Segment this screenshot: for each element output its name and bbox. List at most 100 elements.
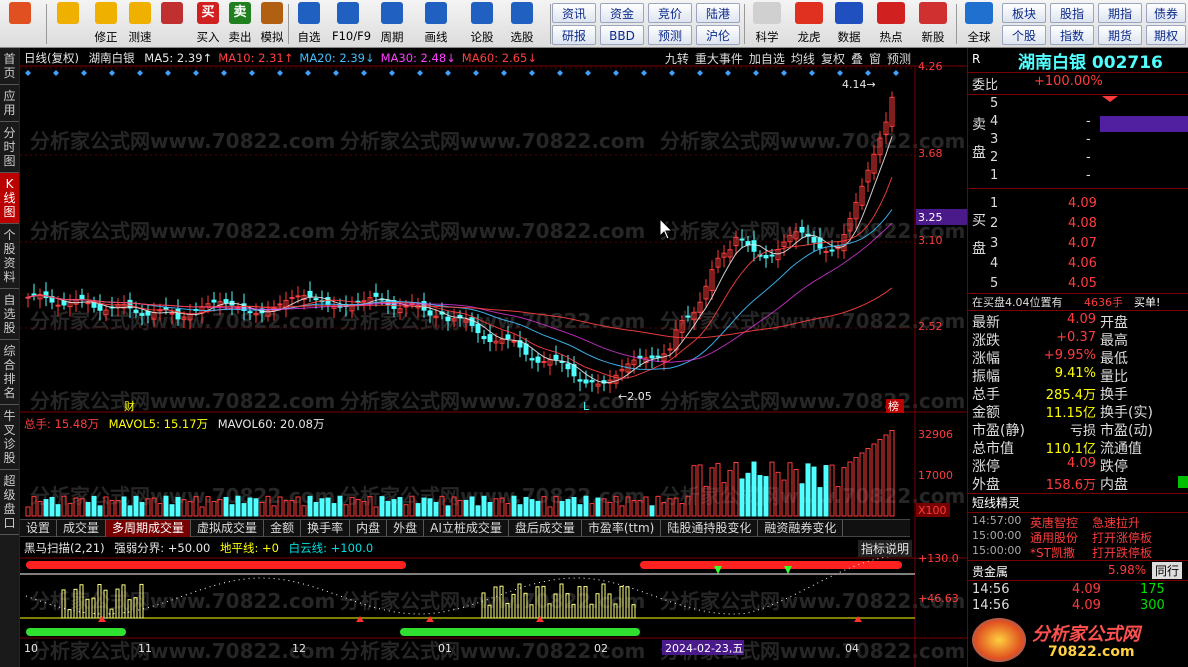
period-label: 日线(复权) [24, 51, 79, 65]
kline-chart-svg[interactable]: 分析家公式网www.70822.com 分析家公式网www.70822.com 分析… [20, 48, 967, 667]
toolbar-far-right-6[interactable]: 期货 [1098, 25, 1142, 45]
quote-value-7: 110.1亿 [1045, 442, 1096, 457]
toolbar-button-2[interactable]: 修正 [90, 2, 122, 46]
toolbar-button-3[interactable]: 测速 [124, 2, 156, 46]
rp-divider-7 [968, 512, 1188, 513]
sell-level-1: 1 [990, 168, 999, 183]
chart-tool-5[interactable]: 叠 [851, 52, 863, 66]
indicator-tab-4[interactable]: 金额 [264, 520, 302, 537]
toolbar-mini-7[interactable]: 沪伦 [696, 25, 740, 45]
pe-icon [835, 2, 863, 24]
toolbar-button-5[interactable]: 买买入 [192, 2, 224, 46]
chart-tool-3[interactable]: 均线 [791, 52, 815, 66]
toolbar-far-right-1[interactable]: 股指 [1050, 3, 1094, 23]
indicator-tick-1: +46.63 [918, 592, 959, 605]
indicator-tab-1[interactable]: 成交量 [57, 520, 107, 537]
toolbar-button-8[interactable]: 自选 [293, 2, 325, 46]
left-tab-2[interactable]: 分时图 [0, 122, 19, 173]
toolbar-far-right-7[interactable]: 期权 [1146, 25, 1186, 45]
toolbar-button-12[interactable]: 论股 [466, 2, 498, 46]
chart-tool-7[interactable]: 预测 [887, 52, 911, 66]
toolbar-far-right-2[interactable]: 期指 [1098, 3, 1142, 23]
toolbar-mini-6[interactable]: 预测 [648, 25, 692, 45]
candle-body [811, 236, 817, 243]
indicator-tab-12[interactable]: 融资融券变化 [758, 520, 844, 537]
chart-tool-0[interactable]: 九转 [665, 52, 689, 66]
volume-bar [799, 483, 805, 517]
weibi-label: 委比 [972, 78, 999, 93]
toolbar-far-right-4[interactable]: 个股 [1002, 25, 1046, 45]
candle-body [307, 290, 313, 298]
left-tab-8[interactable]: 超级盘口 [0, 470, 19, 535]
left-tab-3[interactable]: K线图 [0, 173, 19, 224]
left-tab-1[interactable]: 应用 [0, 85, 19, 122]
toolbar-button-9[interactable]: F10/F9 [332, 2, 371, 46]
toolbar-far-right-5[interactable]: 指数 [1050, 25, 1094, 45]
current-price-tick: 3.25 [918, 211, 943, 224]
toolbar-button-13[interactable]: 选股 [506, 2, 538, 46]
left-tab-6[interactable]: 综合排名 [0, 340, 19, 405]
toolbar-button-1[interactable] [52, 2, 84, 46]
toolbar-right-5[interactable]: 全球 [960, 2, 998, 46]
toolbar-mini-4[interactable]: 研报 [552, 25, 596, 45]
toolbar-right-1[interactable]: 龙虎 [790, 2, 828, 46]
candle-body [685, 315, 691, 318]
watermark-text-16: 分析家公式网www.70822.com [340, 589, 645, 613]
indicator-tab-0[interactable]: 设置 [20, 520, 58, 537]
indicator-tab-9[interactable]: 盘后成交量 [509, 520, 582, 537]
kline-chart-area[interactable]: 分析家公式网www.70822.com 分析家公式网www.70822.com 分析… [20, 48, 967, 667]
chart-tool-6[interactable]: 窗 [869, 52, 881, 66]
indicator-tab-5[interactable]: 换手率 [301, 520, 351, 537]
toolbar-mini-5[interactable]: BBD [600, 25, 644, 45]
candle-body [535, 356, 541, 363]
indicator-tab-8[interactable]: AI立桩成交量 [424, 520, 509, 537]
indicator-tab-10[interactable]: 市盈率(ttm) [582, 520, 662, 537]
toolbar-mini-2[interactable]: 竞价 [648, 3, 692, 23]
toolbar-separator [744, 4, 745, 44]
chart-tool-2[interactable]: 加自选 [749, 52, 785, 66]
sector-tab[interactable]: 同行 [1152, 562, 1183, 579]
toolbar-button-4[interactable] [156, 2, 188, 46]
indicator-tab-2[interactable]: 多周期成交量 [106, 520, 192, 537]
event-diamond [25, 70, 31, 76]
toolbar-far-right-3[interactable]: 债券 [1146, 3, 1186, 23]
speed-icon [129, 2, 151, 24]
chart-tool-1[interactable]: 重大事件 [695, 52, 743, 66]
ma-label-1: MA10: 2.31↑ [218, 51, 294, 65]
toolbar-button-11[interactable]: 画线 [420, 2, 452, 46]
toolbar-button-6[interactable]: 卖卖出 [224, 2, 256, 46]
chart-tool-4[interactable]: 复权 [821, 52, 845, 66]
ma-line-0 [27, 136, 893, 384]
toolbar-button-label: 周期 [380, 30, 404, 44]
toolbar-far-right-0[interactable]: 板块 [1002, 3, 1046, 23]
chart-icon [753, 2, 781, 24]
indicator-tab-3[interactable]: 虚拟成交量 [191, 520, 265, 537]
toolbar-button-7[interactable]: 模拟 [256, 2, 288, 46]
toolbar-button-0[interactable] [4, 2, 36, 46]
toolbar-mini-3[interactable]: 陆港 [696, 3, 740, 23]
toolbar-button-10[interactable]: 周期 [376, 2, 408, 46]
toolbar-right-3[interactable]: 热点 [872, 2, 910, 46]
toolbar-right-2[interactable]: 数据 [830, 2, 868, 46]
quote-key-8: 涨停 [972, 459, 1000, 475]
left-tab-0[interactable]: 首页 [0, 48, 19, 85]
event-diamond [249, 70, 255, 76]
indicator-tab-7[interactable]: 外盘 [387, 520, 425, 537]
toolbar-right-label: 全球 [967, 30, 991, 44]
buy-side-label: 买盘 [972, 213, 986, 257]
indicator-tab-6[interactable]: 内盘 [350, 520, 388, 537]
volume-bar [649, 505, 655, 517]
toolbar-mini-0[interactable]: 资讯 [552, 3, 596, 23]
indicator-tab-11[interactable]: 陆股通持股变化 [661, 520, 759, 537]
marker-bang: 榜 [888, 399, 899, 413]
toolbar-right-4[interactable]: 新股 [914, 2, 952, 46]
left-tab-4[interactable]: 个股资料 [0, 224, 19, 289]
toolbar-right-0[interactable]: 科学 [748, 2, 786, 46]
left-tab-5[interactable]: 自选股 [0, 289, 19, 340]
event-diamond [109, 70, 115, 76]
quote-right-key-7: 流通值 [1100, 441, 1142, 457]
toolbar-mini-1[interactable]: 资金 [600, 3, 644, 23]
quote-key-0: 最新 [972, 315, 1000, 331]
indicator-help-button[interactable]: 指标说明 [858, 540, 913, 557]
left-tab-7[interactable]: 牛叉诊股 [0, 405, 19, 470]
